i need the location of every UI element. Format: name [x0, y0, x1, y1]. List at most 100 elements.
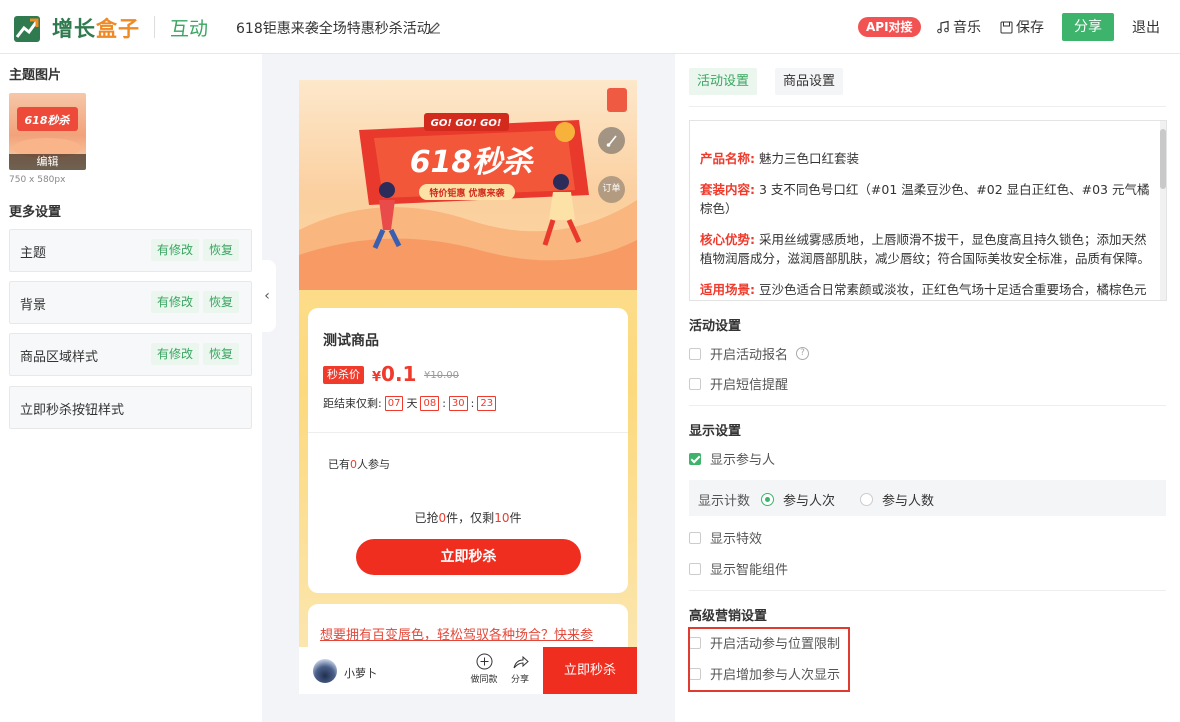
logo-icon	[14, 16, 40, 42]
show-effects-option[interactable]: 显示特效	[689, 528, 762, 547]
share-button[interactable]: 分享	[1062, 13, 1114, 41]
tab-product-settings[interactable]: 商品设置	[775, 68, 844, 95]
product-name: 测试商品	[323, 333, 379, 349]
display-count-label: 显示计数	[698, 494, 751, 509]
product-description-box[interactable]: 产品名称: 魅力三色口红套装 套装内容: 3 支不同色号口红（#01 温柔豆沙色…	[689, 120, 1167, 301]
chevron-left-icon: ‹	[264, 288, 270, 304]
edit-icon[interactable]	[428, 20, 442, 34]
radio-selected	[761, 493, 774, 506]
banner-title: 618秒杀	[410, 145, 535, 180]
tab-activity-settings[interactable]: 活动设置	[689, 68, 758, 95]
promo-link[interactable]: 想要拥有百变唇色，轻松驾驭各种场合？快来参	[320, 624, 593, 643]
more-settings-title: 更多设置	[9, 205, 62, 220]
desc-advantages: 核心优势: 采用丝绒雾感质地，上唇顺滑不拔干，显色度高且持久锁色；添加天然植物润…	[700, 232, 1151, 266]
order-button[interactable]: 订单	[598, 176, 625, 203]
share-icon	[513, 655, 529, 669]
desc-scenarios: 适用场景: 豆沙色适合日常素颜或淡妆，正红色气场十足适合重要场合，橘棕色元	[700, 282, 1147, 297]
stock-status: 已抢0件，仅剩10件	[414, 511, 522, 525]
theme-image-thumbnail[interactable]: 618秒杀 编辑	[9, 93, 86, 170]
seckill-price-tag: 秒杀价	[323, 366, 364, 384]
setting-label: 商品区域样式	[20, 350, 99, 365]
thumb-size: 750 x 580px	[9, 175, 66, 185]
countdown-minutes: 30	[448, 395, 468, 411]
radio-visits[interactable]: 参与人次	[761, 490, 835, 509]
mobile-preview: GO! GO! GO! 618秒杀 特价钜惠 优惠来袭 订单 测试商品 秒杀价 …	[299, 80, 637, 694]
checkbox[interactable]	[689, 377, 701, 390]
seckill-price: ¥0.1	[372, 362, 417, 386]
shop-avatar	[313, 659, 337, 683]
logo-text: 增长盒子	[52, 17, 140, 41]
countdown: 距结束仅剩: 07 天 08: 30: 23	[323, 395, 497, 411]
display-settings-title: 显示设置	[689, 424, 742, 439]
show-participants-option[interactable]: 显示参与人	[689, 449, 775, 468]
collapse-panel-button[interactable]: ‹	[258, 260, 276, 332]
modified-tag: 有修改	[151, 343, 200, 365]
participant-count: 已有0人参与	[328, 458, 390, 471]
music-note-icon	[606, 135, 617, 147]
setting-label: 背景	[20, 298, 47, 313]
exit-button[interactable]: 退出	[1132, 17, 1160, 37]
activity-title: 618钜惠来袭全场特惠秒杀活动	[236, 21, 431, 37]
modified-tag: 有修改	[151, 239, 200, 261]
plus-circle-icon	[476, 653, 492, 670]
api-badge[interactable]: API对接	[858, 17, 921, 37]
countdown-days: 07	[384, 395, 404, 411]
checkbox[interactable]	[689, 562, 701, 575]
top-header: 增长盒子 互动 618钜惠来袭全场特惠秒杀活动 API对接 音乐 保存 分享 退…	[0, 0, 1180, 54]
save-button[interactable]: 保存	[1000, 17, 1044, 37]
card-divider	[308, 432, 628, 433]
music-toggle-button[interactable]	[598, 127, 625, 154]
shop-name: 小萝卜	[344, 667, 377, 680]
countdown-hours: 08	[420, 395, 440, 411]
desc-contents: 套装内容: 3 支不同色号口红（#01 温柔豆沙色、#02 显白正红色、#03 …	[700, 182, 1150, 216]
save-icon	[1000, 21, 1013, 33]
activity-settings-title: 活动设置	[689, 319, 742, 334]
enable-sms-option[interactable]: 开启短信提醒	[689, 374, 788, 393]
original-price: ¥10.00	[424, 370, 459, 381]
music-icon	[937, 20, 949, 34]
header-divider	[154, 16, 155, 38]
countdown-seconds: 23	[477, 395, 497, 411]
setting-label: 主题	[20, 246, 47, 261]
radio-people[interactable]: 参与人数	[860, 490, 934, 509]
right-settings-panel: 活动设置 商品设置 产品名称: 魅力三色口红套装 套装内容: 3 支不同色号口红…	[675, 54, 1180, 722]
music-button[interactable]: 音乐	[936, 17, 981, 37]
show-smart-component-option[interactable]: 显示智能组件	[689, 559, 788, 578]
setting-product-area-style[interactable]: 商品区域样式 有修改 恢复	[9, 333, 252, 376]
checkbox[interactable]	[689, 347, 701, 360]
module-name: 互动	[170, 18, 209, 40]
advanced-marketing-title: 高级营销设置	[689, 609, 768, 624]
checkbox[interactable]	[689, 531, 701, 544]
theme-image-title: 主题图片	[9, 68, 62, 83]
bottom-seckill-button[interactable]: 立即秒杀	[543, 647, 637, 694]
setting-label: 立即秒杀按钮样式	[20, 403, 125, 418]
setting-theme[interactable]: 主题 有修改 恢复	[9, 229, 252, 272]
music-label: 音乐	[953, 20, 981, 36]
tabs-divider	[689, 106, 1166, 107]
modified-tag: 有修改	[151, 291, 200, 313]
display-count-setting: 显示计数 参与人次 参与人数	[689, 480, 1166, 516]
desc-name: 产品名称: 魅力三色口红套装	[700, 151, 859, 166]
left-settings-panel: 主题图片 618秒杀 编辑 750 x 580px 更多设置 主题 有修改 恢复…	[0, 54, 262, 722]
restore-button[interactable]: 恢复	[203, 291, 240, 313]
thumb-edit-label[interactable]: 编辑	[9, 154, 86, 170]
banner-image: GO! GO! GO! 618秒杀 特价钜惠 优惠来袭 订单	[299, 80, 637, 290]
banner-art: GO! GO! GO! 618秒杀 特价钜惠 优惠来袭	[299, 88, 637, 290]
share-preview-button[interactable]: 分享	[505, 653, 535, 685]
enable-signup-option[interactable]: 开启活动报名 ?	[689, 344, 810, 363]
section-divider	[689, 405, 1166, 406]
desc-scrollbar[interactable]	[1160, 121, 1166, 300]
setting-background[interactable]: 背景 有修改 恢复	[9, 281, 252, 324]
restore-button[interactable]: 恢复	[203, 343, 240, 365]
section-divider	[689, 590, 1166, 591]
help-icon[interactable]: ?	[796, 347, 810, 360]
preview-bottom-bar: 小萝卜 做同款 分享 立即秒杀	[299, 647, 637, 694]
restore-button[interactable]: 恢复	[203, 239, 240, 261]
checkbox-checked[interactable]	[689, 452, 701, 465]
svg-text:618秒杀: 618秒杀	[25, 114, 71, 127]
banner-go: GO! GO! GO!	[431, 118, 502, 129]
make-same-button[interactable]: 做同款	[469, 653, 499, 685]
seckill-now-button[interactable]: 立即秒杀	[356, 539, 581, 575]
highlight-box	[688, 627, 850, 692]
setting-seckill-button-style[interactable]: 立即秒杀按钮样式	[9, 386, 252, 429]
